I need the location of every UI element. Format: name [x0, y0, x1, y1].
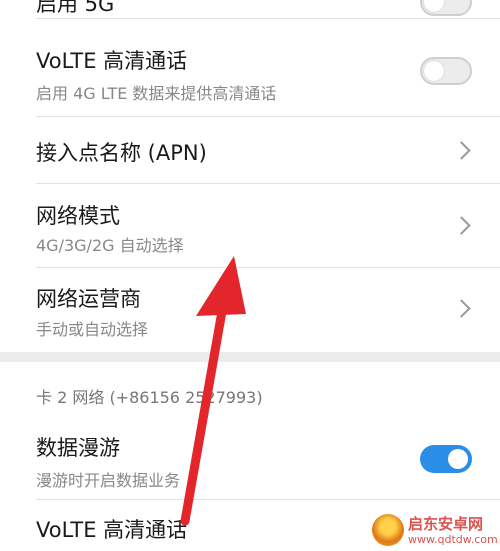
toggle-knob: [448, 449, 468, 469]
data-roaming-title: 数据漫游: [36, 436, 120, 460]
data-roaming-row[interactable]: 数据漫游 漫游时开启数据业务: [0, 420, 500, 502]
watermark-logo-icon: [372, 514, 404, 546]
sim2-section-header: 卡 2 网络 (+86156 2527993): [36, 388, 263, 407]
network-mode-row[interactable]: 网络模式 4G/3G/2G 自动选择: [0, 184, 500, 266]
enable-5g-title: 启用 5G: [36, 0, 115, 16]
watermark: 启东安卓网 www.qdtdw.com: [372, 512, 498, 548]
carrier-subtitle: 手动或自动选择: [36, 320, 149, 339]
volte-title: VoLTE 高清通话: [36, 49, 188, 73]
network-mode-title: 网络模式: [36, 204, 120, 228]
chevron-right-icon: [452, 299, 471, 318]
data-roaming-subtitle: 漫游时开启数据业务: [36, 471, 181, 490]
network-mode-subtitle: 4G/3G/2G 自动选择: [36, 236, 184, 255]
watermark-name: 启东安卓网: [408, 515, 484, 533]
chevron-right-icon: [452, 141, 471, 160]
enable-5g-toggle[interactable]: [420, 0, 472, 16]
volte-toggle[interactable]: [420, 57, 472, 85]
carrier-title: 网络运营商: [36, 287, 141, 311]
watermark-url: www.qdtdw.com: [408, 533, 498, 546]
apn-row[interactable]: 接入点名称 (APN): [0, 117, 500, 182]
sim1-settings-card: 启用 5G VoLTE 高清通话 启用 4G LTE 数据来提供高清通话 接入点…: [0, 0, 500, 352]
volte-subtitle: 启用 4G LTE 数据来提供高清通话: [36, 84, 277, 103]
enable-5g-row[interactable]: 启用 5G: [0, 0, 500, 18]
apn-title: 接入点名称 (APN): [36, 141, 207, 165]
volte-row[interactable]: VoLTE 高清通话 启用 4G LTE 数据来提供高清通话: [0, 19, 500, 115]
sim2-volte-title: VoLTE 高清通话: [36, 518, 188, 542]
carrier-row[interactable]: 网络运营商 手动或自动选择: [0, 268, 500, 352]
chevron-right-icon: [452, 216, 471, 235]
data-roaming-toggle[interactable]: [420, 445, 472, 473]
toggle-knob: [424, 61, 444, 81]
toggle-knob: [424, 0, 444, 12]
